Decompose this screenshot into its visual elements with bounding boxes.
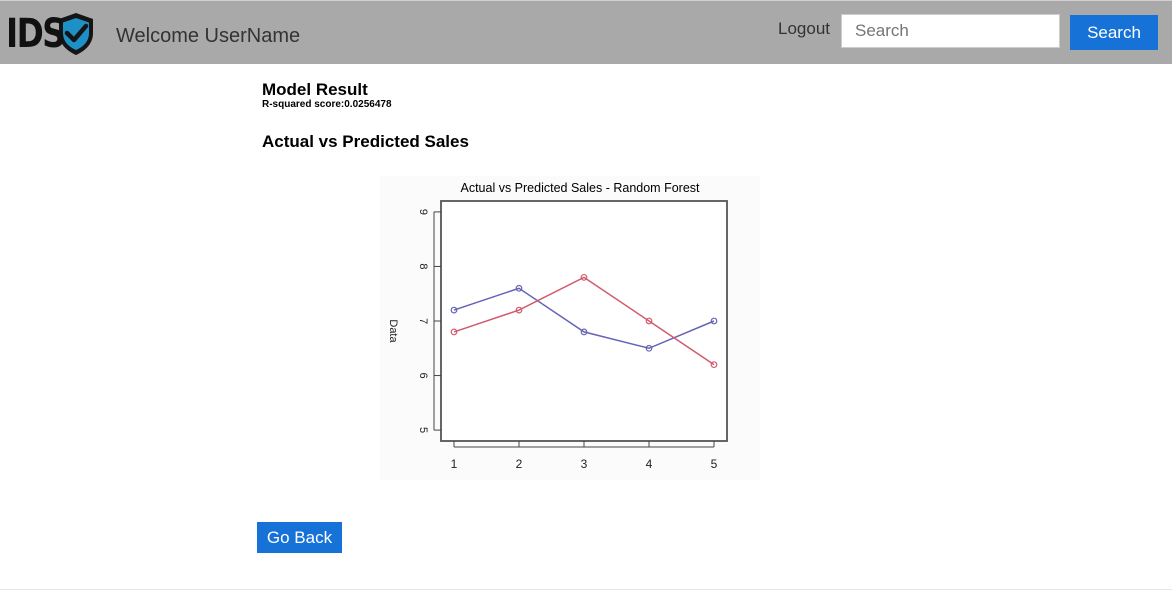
chart-svg: Actual vs Predicted Sales - Random Fores… bbox=[387, 181, 728, 471]
x-tick-label: 5 bbox=[711, 457, 718, 471]
logout-link[interactable]: Logout bbox=[778, 19, 830, 39]
r-squared-score: R-squared score:0.0256478 bbox=[262, 99, 392, 110]
go-back-button[interactable]: Go Back bbox=[257, 522, 342, 553]
ids-logo[interactable]: IDS bbox=[6, 11, 96, 57]
y-tick-label: 8 bbox=[417, 263, 429, 269]
search-button[interactable]: Search bbox=[1070, 15, 1158, 50]
model-result-heading: Model Result bbox=[262, 80, 368, 99]
chart-section-heading: Actual vs Predicted Sales bbox=[262, 132, 469, 151]
footer-divider bbox=[0, 589, 1172, 590]
plot-frame bbox=[440, 200, 728, 442]
y-axis-label: Data bbox=[387, 319, 399, 343]
x-tick-label: 3 bbox=[581, 457, 588, 471]
chart-title: Actual vs Predicted Sales - Random Fores… bbox=[461, 181, 701, 195]
x-tick-label: 1 bbox=[451, 457, 458, 471]
y-tick-label: 7 bbox=[417, 318, 429, 324]
x-tick-label: 2 bbox=[516, 457, 523, 471]
y-tick-label: 9 bbox=[417, 209, 429, 215]
search-input[interactable] bbox=[841, 14, 1060, 48]
welcome-text: Welcome UserName bbox=[116, 25, 301, 47]
x-tick-label: 4 bbox=[646, 457, 653, 471]
y-tick-label: 6 bbox=[417, 372, 429, 378]
y-tick-label: 5 bbox=[417, 427, 429, 433]
logo-text: IDS bbox=[6, 11, 66, 57]
top-navbar: IDS Welcome UserName Logout Search bbox=[0, 0, 1172, 64]
actual-vs-predicted-chart: Actual vs Predicted Sales - Random Fores… bbox=[380, 176, 760, 480]
